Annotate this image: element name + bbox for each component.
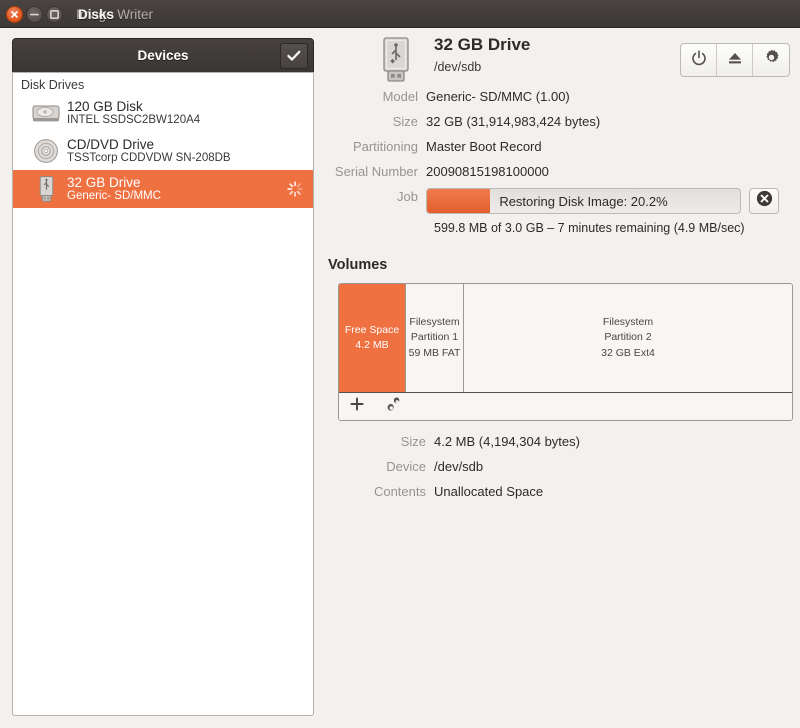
job-progress-bar: Restoring Disk Image: 20.2% (426, 188, 741, 214)
power-button[interactable] (681, 44, 717, 76)
cancel-circle-icon (756, 190, 773, 212)
volumes-section-title: Volumes (328, 257, 388, 273)
volume-info-row-contents: Contents Unallocated Space (328, 483, 794, 501)
device-name: 32 GB Drive (67, 175, 141, 190)
device-labels: 120 GB Disk INTEL SSDSC2BW120A4 (67, 99, 200, 127)
volume-line2: Partition 2 (604, 331, 652, 344)
drive-info-list: Model Generic- SD/MMC (1.00) Size 32 GB … (328, 88, 794, 235)
volume-line3: 32 GB Ext4 (601, 346, 655, 359)
device-name: CD/DVD Drive (67, 137, 155, 152)
info-value: Master Boot Record (426, 139, 542, 154)
window-titlebar: Disks Image Writer (0, 0, 800, 28)
drive-detail-panel: 32 GB Drive /dev/sdb Model Generic- SD/M… (328, 34, 794, 508)
hard-disk-icon (29, 102, 63, 124)
app-title-text: Disks (78, 6, 115, 22)
job-detail-text: 599.8 MB of 3.0 GB – 7 minutes remaining… (434, 221, 745, 235)
devices-header: Devices (12, 38, 314, 72)
drive-device-path: /dev/sdb (434, 60, 482, 74)
power-icon (691, 49, 707, 71)
info-label: Serial Number (334, 164, 418, 179)
volume-line2: 4.2 MB (355, 339, 389, 351)
info-row-job: Job Restoring Disk Image: 20.2% (328, 188, 794, 214)
device-model: Generic- SD/MMC (67, 190, 161, 203)
spinner-icon (287, 181, 303, 202)
info-row-model: Model Generic- SD/MMC (1.00) (328, 88, 794, 106)
info-value: 32 GB (31,914,983,424 bytes) (426, 114, 601, 129)
volume-line3: 59 MB FAT (408, 346, 461, 359)
device-model: TSSTcorp CDDVDW SN-208DB (67, 152, 231, 165)
info-label: Model (382, 89, 418, 104)
device-row[interactable]: 120 GB Disk INTEL SSDSC2BW120A4 (13, 94, 313, 132)
devices-header-title: Devices (137, 48, 189, 63)
volume-partition-2[interactable]: Filesystem Partition 2 32 GB Ext4 (464, 284, 792, 392)
drive-options-button[interactable] (753, 44, 789, 76)
device-model: INTEL SSDSC2BW120A4 (67, 114, 201, 127)
volume-partition-1[interactable]: Filesystem Partition 1 59 MB FAT (406, 284, 464, 392)
eject-icon (727, 51, 743, 70)
info-row-serial: Serial Number 20090815198100000 (328, 163, 794, 181)
device-row-selected[interactable]: 32 GB Drive Generic- SD/MMC (13, 170, 313, 208)
volume-free-space[interactable]: Free Space 4.2 MB (339, 284, 407, 392)
info-value: 20090815198100000 (426, 164, 549, 179)
volume-line1: Free Space (344, 323, 400, 336)
minimize-icon[interactable] (26, 6, 43, 23)
volumes-toolbar (339, 392, 792, 420)
info-label: Device (386, 459, 426, 474)
close-icon[interactable] (6, 6, 23, 23)
drive-header: 32 GB Drive /dev/sdb (328, 34, 794, 88)
volume-info-row-device: Device /dev/sdb (328, 458, 794, 476)
info-label: Size (400, 434, 426, 449)
volume-info-row-size: Size 4.2 MB (4,194,304 bytes) (328, 433, 794, 451)
device-group-label: Disk Drives (21, 78, 85, 92)
device-list[interactable]: Disk Drives 120 GB Disk INTEL SSDSC2BW12… (12, 72, 314, 716)
device-name: 120 GB Disk (67, 99, 143, 114)
plus-icon (350, 397, 364, 416)
usb-drive-icon (380, 37, 412, 90)
info-value: Unallocated Space (434, 484, 544, 499)
device-row[interactable]: CD/DVD Drive TSSTcorp CDDVDW SN-208DB (13, 132, 313, 170)
checkmark-icon[interactable] (280, 43, 308, 69)
device-labels: CD/DVD Drive TSSTcorp CDDVDW SN-208DB (67, 137, 231, 165)
info-value: /dev/sdb (434, 459, 484, 474)
info-label-job: Job (397, 189, 418, 204)
info-row-partitioning: Partitioning Master Boot Record (328, 138, 794, 156)
drive-action-buttons (680, 43, 790, 77)
info-label: Size (392, 114, 418, 129)
eject-button[interactable] (717, 44, 753, 76)
info-label: Partitioning (352, 139, 418, 154)
partition-options-button[interactable] (375, 393, 411, 421)
volumes-box: Free Space 4.2 MB Filesystem Partition 1… (338, 283, 793, 421)
maximize-icon[interactable] (46, 6, 63, 23)
info-label: Contents (373, 484, 426, 499)
volume-detail-list: Size 4.2 MB (4,194,304 bytes) Device /de… (328, 433, 794, 501)
create-partition-button[interactable] (339, 393, 375, 421)
device-labels: 32 GB Drive Generic- SD/MMC (67, 175, 161, 203)
devices-sidebar: Devices Disk Drives 120 GB Disk INTEL SS… (12, 38, 314, 716)
optical-disc-icon (29, 138, 63, 164)
volume-line1: Filesystem (602, 316, 654, 329)
window-title: Disks Image Writer (76, 0, 153, 28)
info-value: Generic- SD/MMC (1.00) (426, 89, 570, 104)
usb-drive-icon (29, 175, 63, 203)
volume-strip: Free Space 4.2 MB Filesystem Partition 1… (339, 284, 792, 392)
info-row-size: Size 32 GB (31,914,983,424 bytes) (328, 113, 794, 131)
gear-icon (763, 49, 780, 71)
volume-line2: Partition 1 (410, 331, 459, 344)
volume-line1: Filesystem (409, 316, 460, 329)
drive-title: 32 GB Drive (434, 35, 531, 54)
job-progress-text: Restoring Disk Image: 20.2% (499, 193, 668, 209)
info-value: 4.2 MB (4,194,304 bytes) (434, 434, 580, 449)
cancel-job-button[interactable] (749, 188, 779, 214)
gears-icon (384, 396, 402, 418)
